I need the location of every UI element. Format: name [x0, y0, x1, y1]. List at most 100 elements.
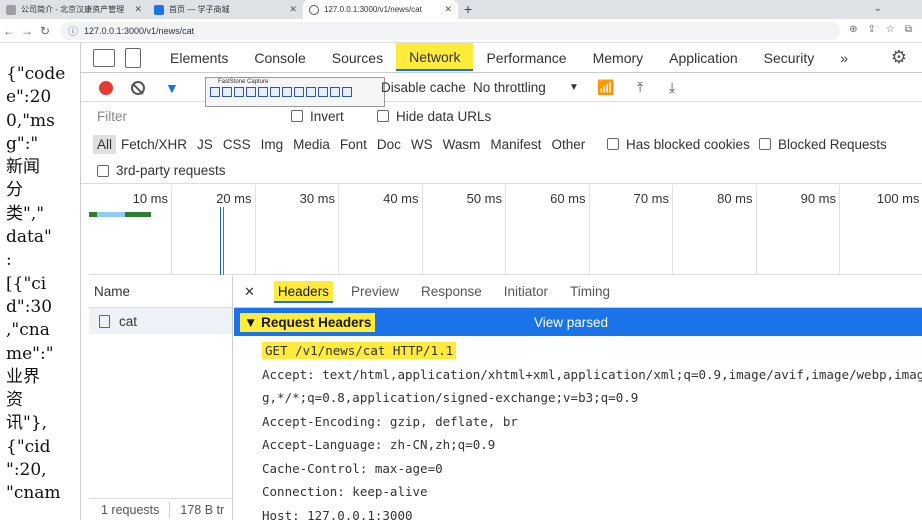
tab-initiator[interactable]: Initiator: [493, 284, 559, 299]
tab-headers[interactable]: Headers: [274, 281, 333, 303]
timeline-tick: 50 ms: [505, 185, 506, 275]
inspect-element-icon[interactable]: [93, 49, 115, 67]
tab-console[interactable]: Console: [241, 43, 318, 73]
filter-type-font[interactable]: Font: [335, 137, 372, 152]
header-line: Accept-Language: zh-CN,zh;q=0.9: [262, 433, 922, 457]
forward-arrow-icon[interactable]: →: [18, 24, 36, 38]
header-line: g,*/*;q=0.8,application/signed-exchange;…: [262, 386, 922, 410]
filter-type-js[interactable]: JS: [192, 137, 218, 152]
share-icon[interactable]: ⇪: [868, 24, 876, 35]
tab-memory[interactable]: Memory: [580, 43, 657, 73]
capture-tool-icon[interactable]: [330, 87, 340, 97]
timeline-tick: 40 ms: [422, 185, 423, 275]
hide-data-urls-label: Hide data URLs: [396, 109, 491, 124]
more-tabs-button[interactable]: »: [827, 43, 861, 73]
timeline-tick-label: 20 ms: [216, 191, 251, 206]
has-blocked-cookies-checkbox[interactable]: [607, 138, 619, 150]
filter-funnel-icon[interactable]: ▼: [165, 80, 179, 96]
request-line: GET /v1/news/cat HTTP/1.1: [262, 342, 456, 359]
gear-icon[interactable]: ⚙: [891, 47, 907, 68]
close-tab-icon[interactable]: ✕: [134, 4, 142, 15]
has-blocked-cookies-label: Has blocked cookies: [626, 137, 750, 152]
info-icon[interactable]: ⓘ: [68, 23, 78, 38]
network-conditions-icon[interactable]: 📶: [597, 79, 614, 96]
request-headers-section[interactable]: ▼ Request Headers View parsed: [234, 308, 922, 336]
filter-type-other[interactable]: Other: [546, 137, 590, 152]
import-har-icon[interactable]: ⤒: [637, 79, 643, 96]
tab-preview[interactable]: Preview: [340, 284, 410, 299]
filter-type-manifest[interactable]: Manifest: [485, 137, 546, 152]
favicon-icon: [154, 5, 164, 15]
filter-type-doc[interactable]: Doc: [372, 137, 406, 152]
chevron-down-icon[interactable]: ▼: [569, 82, 579, 93]
filter-type-ws[interactable]: WS: [406, 137, 438, 152]
hide-data-urls-checkbox[interactable]: [377, 110, 389, 122]
filter-input[interactable]: Filter: [97, 109, 127, 124]
list-item[interactable]: cat: [89, 308, 232, 334]
capture-tool-icon[interactable]: [306, 87, 316, 97]
timeline-tick: 60 ms: [589, 185, 590, 275]
document-icon: [99, 315, 110, 328]
capture-tool-icon[interactable]: [342, 87, 352, 97]
extensions-icon[interactable]: ⧉: [905, 24, 912, 35]
close-icon[interactable]: ✕: [244, 284, 255, 300]
tab-network[interactable]: Network: [396, 43, 473, 71]
capture-tool-icon[interactable]: [294, 87, 304, 97]
record-button[interactable]: [99, 81, 113, 95]
tab-response[interactable]: Response: [410, 284, 493, 299]
new-tab-button[interactable]: +: [464, 0, 472, 19]
invert-label: Invert: [310, 109, 344, 124]
timeline-tick-label: 40 ms: [383, 191, 418, 206]
reload-icon[interactable]: ↻: [36, 24, 54, 38]
timeline-tick: 30 ms: [338, 185, 339, 275]
third-party-checkbox[interactable]: [97, 165, 109, 177]
network-timeline[interactable]: 10 ms20 ms30 ms40 ms50 ms60 ms70 ms80 ms…: [89, 185, 922, 275]
capture-tool-icon[interactable]: [246, 87, 256, 97]
close-tab-icon[interactable]: ✕: [444, 4, 452, 15]
status-bar: 1 requests 178 B tr: [89, 498, 233, 520]
timeline-request-bar-waiting: [97, 212, 125, 217]
filter-type-img[interactable]: Img: [256, 137, 289, 152]
capture-tool-icon[interactable]: [222, 87, 232, 97]
tab-performance[interactable]: Performance: [473, 43, 579, 73]
browser-tab-active[interactable]: 127.0.0.1:3000/v1/news/cat ✕: [303, 0, 458, 19]
filter-type-all[interactable]: All: [93, 135, 116, 154]
third-party-label: 3rd-party requests: [116, 163, 226, 178]
zoom-icon[interactable]: ⊕: [849, 24, 857, 35]
disable-cache-label[interactable]: Disable cache: [381, 80, 466, 95]
filter-type-wasm[interactable]: Wasm: [438, 137, 486, 152]
tab-timing[interactable]: Timing: [559, 284, 621, 299]
browser-tab[interactable]: 公司简介 - 北京汉康资产管理 ✕: [0, 0, 148, 19]
capture-tool-icon[interactable]: [210, 87, 220, 97]
bookmark-star-icon[interactable]: ☆: [886, 24, 895, 35]
throttling-select[interactable]: No throttling: [473, 80, 546, 95]
close-tab-icon[interactable]: ✕: [289, 4, 297, 15]
tab-search-icon[interactable]: ⌄: [874, 3, 882, 14]
browser-tab[interactable]: 首页 — 学子商城 ✕: [148, 0, 303, 19]
capture-tool-icon[interactable]: [258, 87, 268, 97]
back-arrow-icon[interactable]: ←: [0, 24, 18, 38]
request-header-lines: GET /v1/news/cat HTTP/1.1 Accept: text/h…: [234, 339, 922, 527]
name-column-header[interactable]: Name: [89, 276, 232, 308]
capture-tool-icon[interactable]: [282, 87, 292, 97]
tab-application[interactable]: Application: [656, 43, 751, 73]
timeline-tick: 80 ms: [756, 185, 757, 275]
tab-elements[interactable]: Elements: [157, 43, 241, 73]
device-toolbar-icon[interactable]: [125, 48, 141, 68]
clear-button[interactable]: [131, 81, 145, 95]
blocked-requests-checkbox[interactable]: [759, 138, 771, 150]
export-har-icon[interactable]: ⤓: [669, 79, 675, 96]
capture-tool-icon[interactable]: [270, 87, 280, 97]
tab-sources[interactable]: Sources: [319, 43, 396, 73]
capture-tool-icon[interactable]: [234, 87, 244, 97]
filter-type-media[interactable]: Media: [288, 137, 335, 152]
capture-tool-icon[interactable]: [318, 87, 328, 97]
request-details: ✕ Headers Preview Response Initiator Tim…: [234, 276, 922, 520]
filter-type-fetch-xhr[interactable]: Fetch/XHR: [116, 137, 192, 152]
invert-checkbox[interactable]: [291, 110, 303, 122]
filter-type-css[interactable]: CSS: [218, 137, 256, 152]
view-parsed-link[interactable]: View parsed: [534, 315, 608, 330]
tab-security[interactable]: Security: [751, 43, 828, 73]
timeline-tick-label: 100 ms: [877, 191, 920, 206]
url-field[interactable]: ⓘ 127.0.0.1:3000/v1/news/cat: [60, 22, 840, 40]
